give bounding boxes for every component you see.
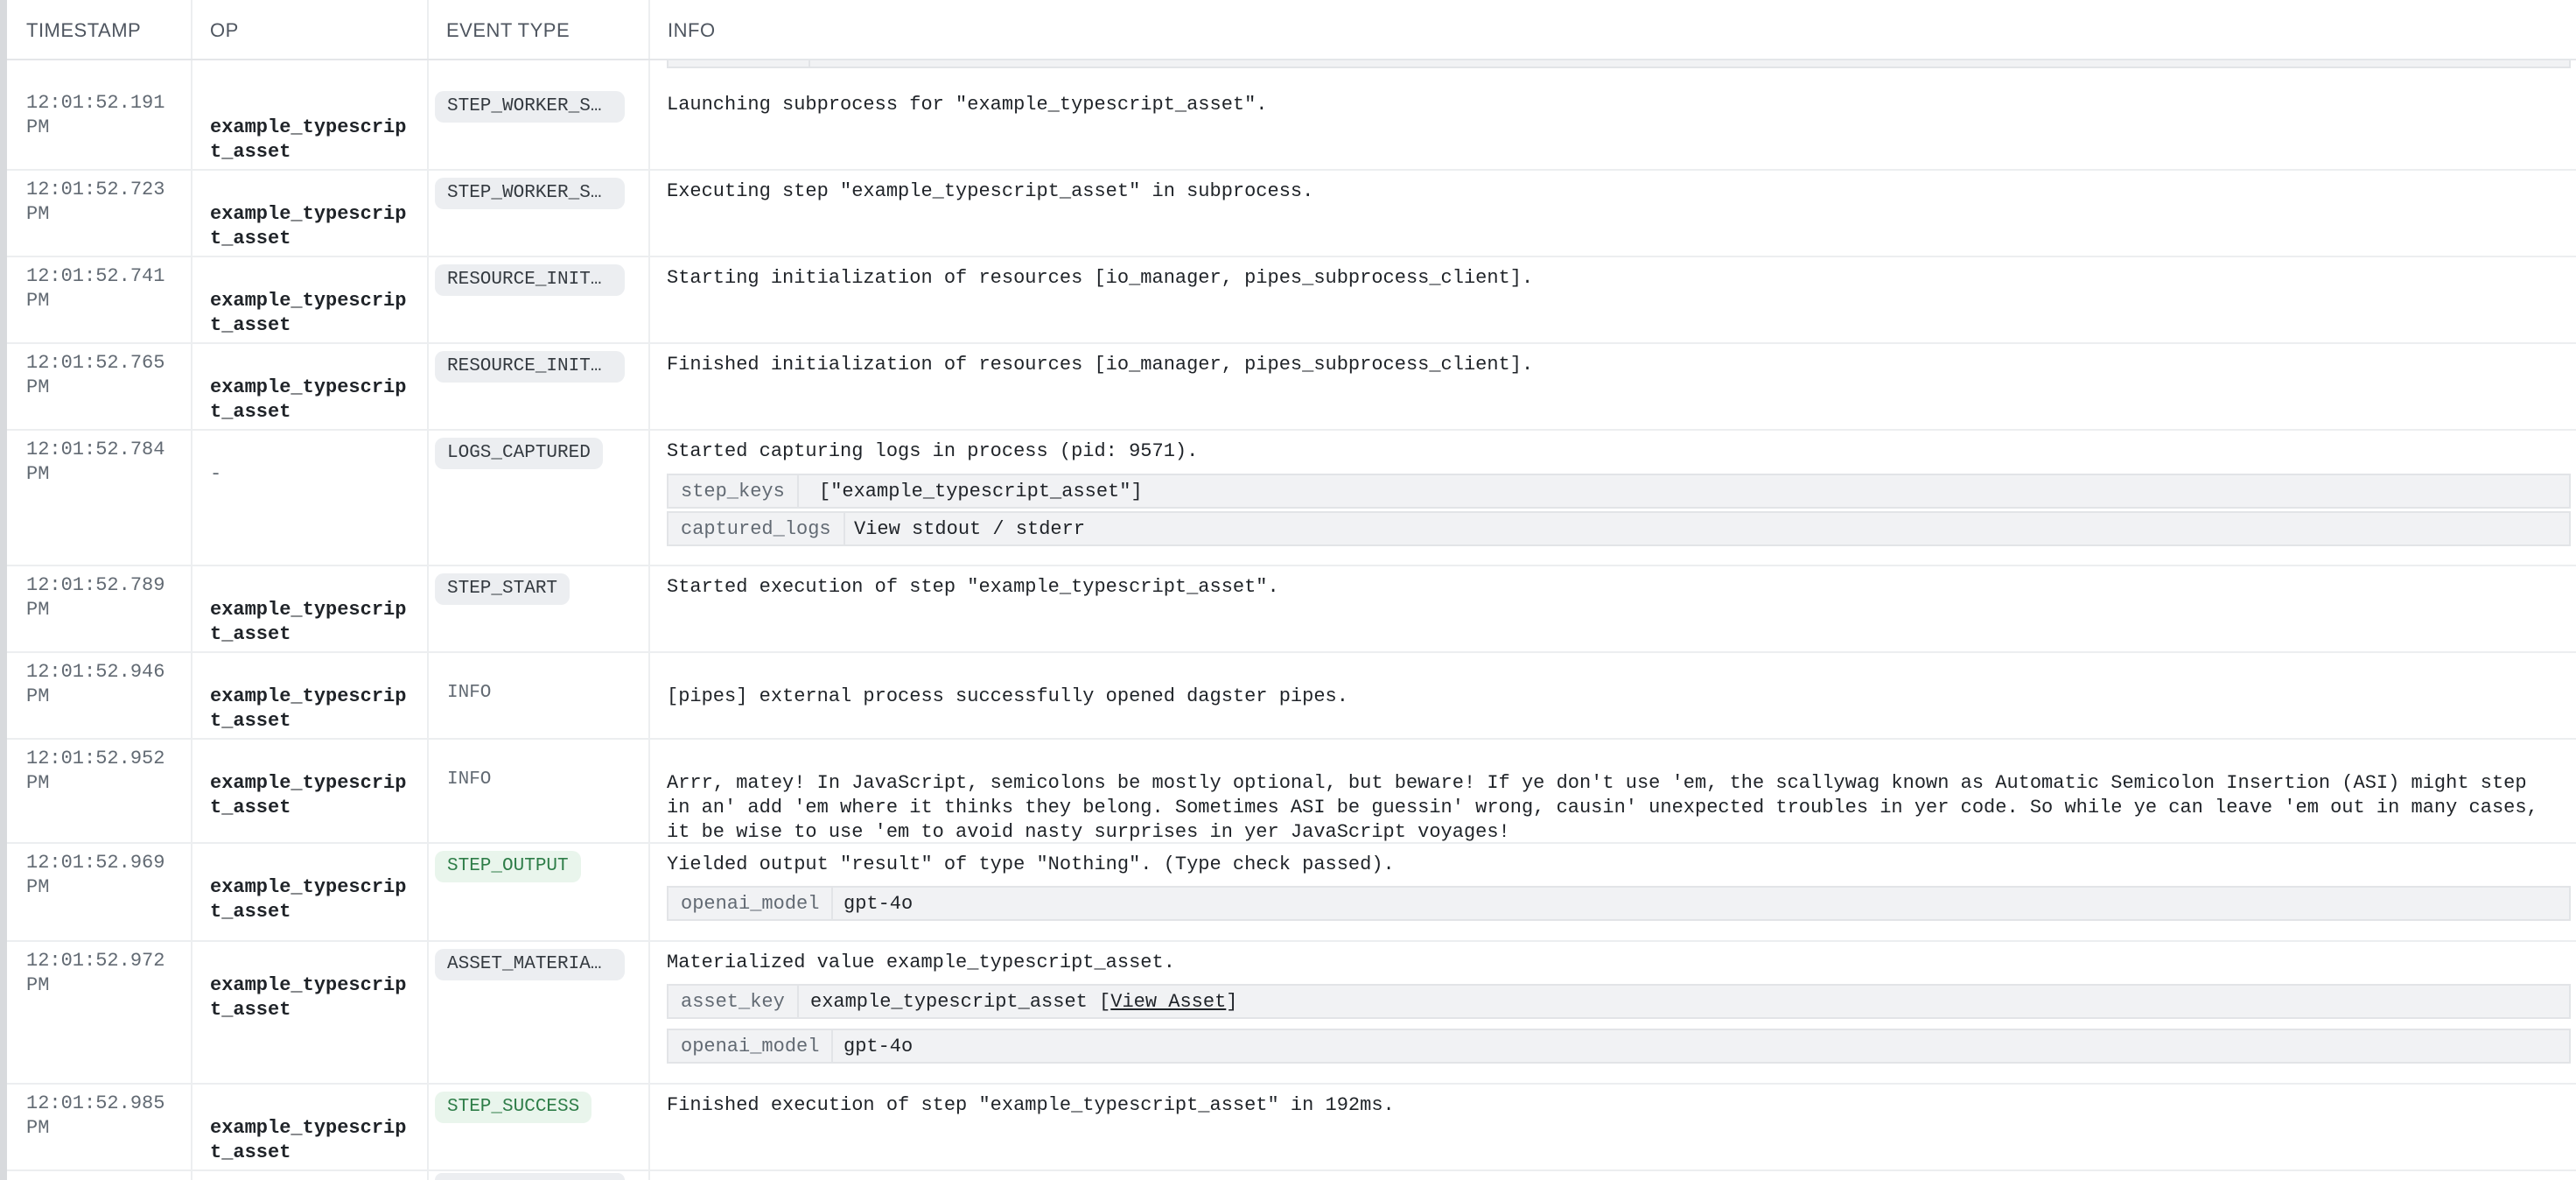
header-divider <box>191 0 192 59</box>
op-name[interactable]: example_typescrip t_asset <box>210 116 420 165</box>
timestamp: 12:01:52.723 PM <box>26 179 165 225</box>
op-name[interactable]: example_typescrip t_asset <box>210 598 420 647</box>
table-row[interactable]: 12:01:52.946 PM example_typescrip t_asset … <box>7 653 2576 740</box>
timestamp: 12:01:52.741 PM <box>26 265 165 312</box>
info-message: Arrr, matey! In JavaScript, semicolons b… <box>667 772 2550 843</box>
op-name[interactable]: example_typescrip t_asset <box>210 289 420 338</box>
metadata-value: gpt-4o <box>844 1036 914 1057</box>
table-row[interactable]: 12:01:52.723 PM example_typescrip t_asset … <box>7 171 2576 257</box>
info-message: Started execution of step "example_types… <box>667 576 1279 598</box>
op-name: - <box>210 463 222 485</box>
metadata-key: step_keys <box>668 475 799 507</box>
op-name[interactable]: example_typescrip t_asset <box>210 202 420 251</box>
table-row[interactable]: 12:01:52.765 PM example_typescrip t_asset … <box>7 344 2576 431</box>
event-type-tag: STEP_WORKER_STA… <box>435 91 625 123</box>
timestamp: 12:01:52.191 PM <box>26 92 165 138</box>
event-type-tag: RESOURCE_INIT_S… <box>435 351 625 383</box>
event-type-label: INFO <box>447 683 492 703</box>
metadata-entry: openai_model gpt-4o <box>667 886 2571 921</box>
info-message: Started capturing logs in process (pid: … <box>667 440 1199 462</box>
metadata-key: asset_key <box>668 986 799 1017</box>
view-logs-link[interactable]: View stdout / stderr <box>854 513 1085 544</box>
table-row[interactable]: 12:01:52.985 PM example_typescrip t_asset … <box>7 1085 2576 1171</box>
metadata-entry: openai_model gpt-4o <box>667 1029 2571 1064</box>
info-message: Finished execution of step "example_type… <box>667 1094 1395 1116</box>
timestamp: 12:01:52.972 PM <box>26 950 165 996</box>
info-message: Finished initialization of resources [io… <box>667 354 1534 376</box>
column-header-info[interactable]: INFO <box>648 0 2573 59</box>
op-name[interactable]: example_typescrip t_asset <box>210 685 420 734</box>
metadata-key: openai_model <box>668 1030 834 1062</box>
info-message: Launching subprocess for "example_typesc… <box>667 94 1268 116</box>
timestamp: 12:01:52.969 PM <box>26 852 165 898</box>
metadata-value: gpt-4o <box>844 893 914 915</box>
event-type-tag: ASSET_MATERIALI… <box>435 949 625 980</box>
event-type-tag: STEP_START <box>435 573 570 605</box>
header-divider <box>648 0 650 59</box>
metadata-value: example_typescript_asset [View Asset] <box>810 991 1238 1013</box>
table-row[interactable]: 12:01:52.741 PM example_typescrip t_asset … <box>7 257 2576 344</box>
info-message: Yielded output "result" of type "Nothing… <box>667 853 1395 875</box>
column-header-event-type[interactable]: EVENT TYPE <box>427 0 648 59</box>
metadata-key: captured_logs <box>668 513 845 544</box>
op-name[interactable]: example_typescrip t_asset <box>210 1116 420 1165</box>
table-row[interactable]: 12:01:52.972 PM example_typescrip t_asset … <box>7 942 2576 1085</box>
timestamp: 12:01:52.946 PM <box>26 661 165 707</box>
event-type-label: INFO <box>447 769 492 790</box>
table-row[interactable]: 12:01:52.784 PM - LOGS_CAPTURED Started c… <box>7 431 2576 566</box>
event-type-tag: STEP_OUTPUT <box>435 851 581 882</box>
timestamp: 12:01:52.952 PM <box>26 748 165 794</box>
event-type-tag: RESOURCE_INIT_S… <box>435 264 625 296</box>
view-asset-link[interactable]: View Asset <box>1110 991 1226 1013</box>
op-name[interactable]: example_typescrip t_asset <box>210 376 420 425</box>
metadata-entry: asset_key example_typescript_asset [View… <box>667 984 2571 1019</box>
op-name[interactable]: example_typescrip t_asset <box>210 875 420 924</box>
table-row[interactable]: 12:01:52.969 PM example_typescrip t_asset … <box>7 844 2576 942</box>
metadata-entry: captured_logs View stdout / stderr <box>667 511 2571 546</box>
op-name[interactable]: example_typescrip t_asset <box>210 973 420 1022</box>
metadata-entry: step_keys ["example_typescript_asset"] <box>667 474 2571 509</box>
metadata-key: openai_model <box>668 888 834 919</box>
window-edge <box>0 0 7 1180</box>
info-message: Materialized value example_typescript_as… <box>667 952 1175 973</box>
column-header-timestamp[interactable]: TIMESTAMP <box>7 0 191 59</box>
timestamp: 12:01:52.765 PM <box>26 352 165 398</box>
table-row[interactable]: 12:01:52.952 PM example_typescrip t_asset … <box>7 740 2576 844</box>
table-row[interactable]: 12:01:52.789 PM example_typescrip t_asset … <box>7 566 2576 653</box>
info-message: Starting initialization of resources [io… <box>667 267 1534 289</box>
metadata-value: ["example_typescript_asset"] <box>819 481 1143 502</box>
event-type-tag: LOGS_CAPTURED <box>435 438 603 469</box>
event-log-table: 12:01:52.191 PM example_typescrip t_asset … <box>7 0 2576 1180</box>
next-row-tag-partial <box>435 1173 625 1180</box>
header-divider <box>427 0 429 59</box>
event-type-tag: STEP_SUCCESS <box>435 1092 592 1123</box>
op-name[interactable]: example_typescrip t_asset <box>210 771 420 820</box>
timestamp: 12:01:52.985 PM <box>26 1092 165 1139</box>
timestamp: 12:01:52.789 PM <box>26 574 165 621</box>
info-message: Executing step "example_typescript_asset… <box>667 180 1314 202</box>
table-row[interactable]: 12:01:52.191 PM example_typescrip t_asset … <box>7 84 2576 171</box>
timestamp: 12:01:52.784 PM <box>26 439 165 485</box>
info-message: [pipes] external process successfully op… <box>667 685 1348 707</box>
column-header-op[interactable]: OP <box>191 0 427 59</box>
table-header: TIMESTAMP OP EVENT TYPE INFO <box>7 0 2576 60</box>
event-type-tag: STEP_WORKER_STA… <box>435 178 625 209</box>
